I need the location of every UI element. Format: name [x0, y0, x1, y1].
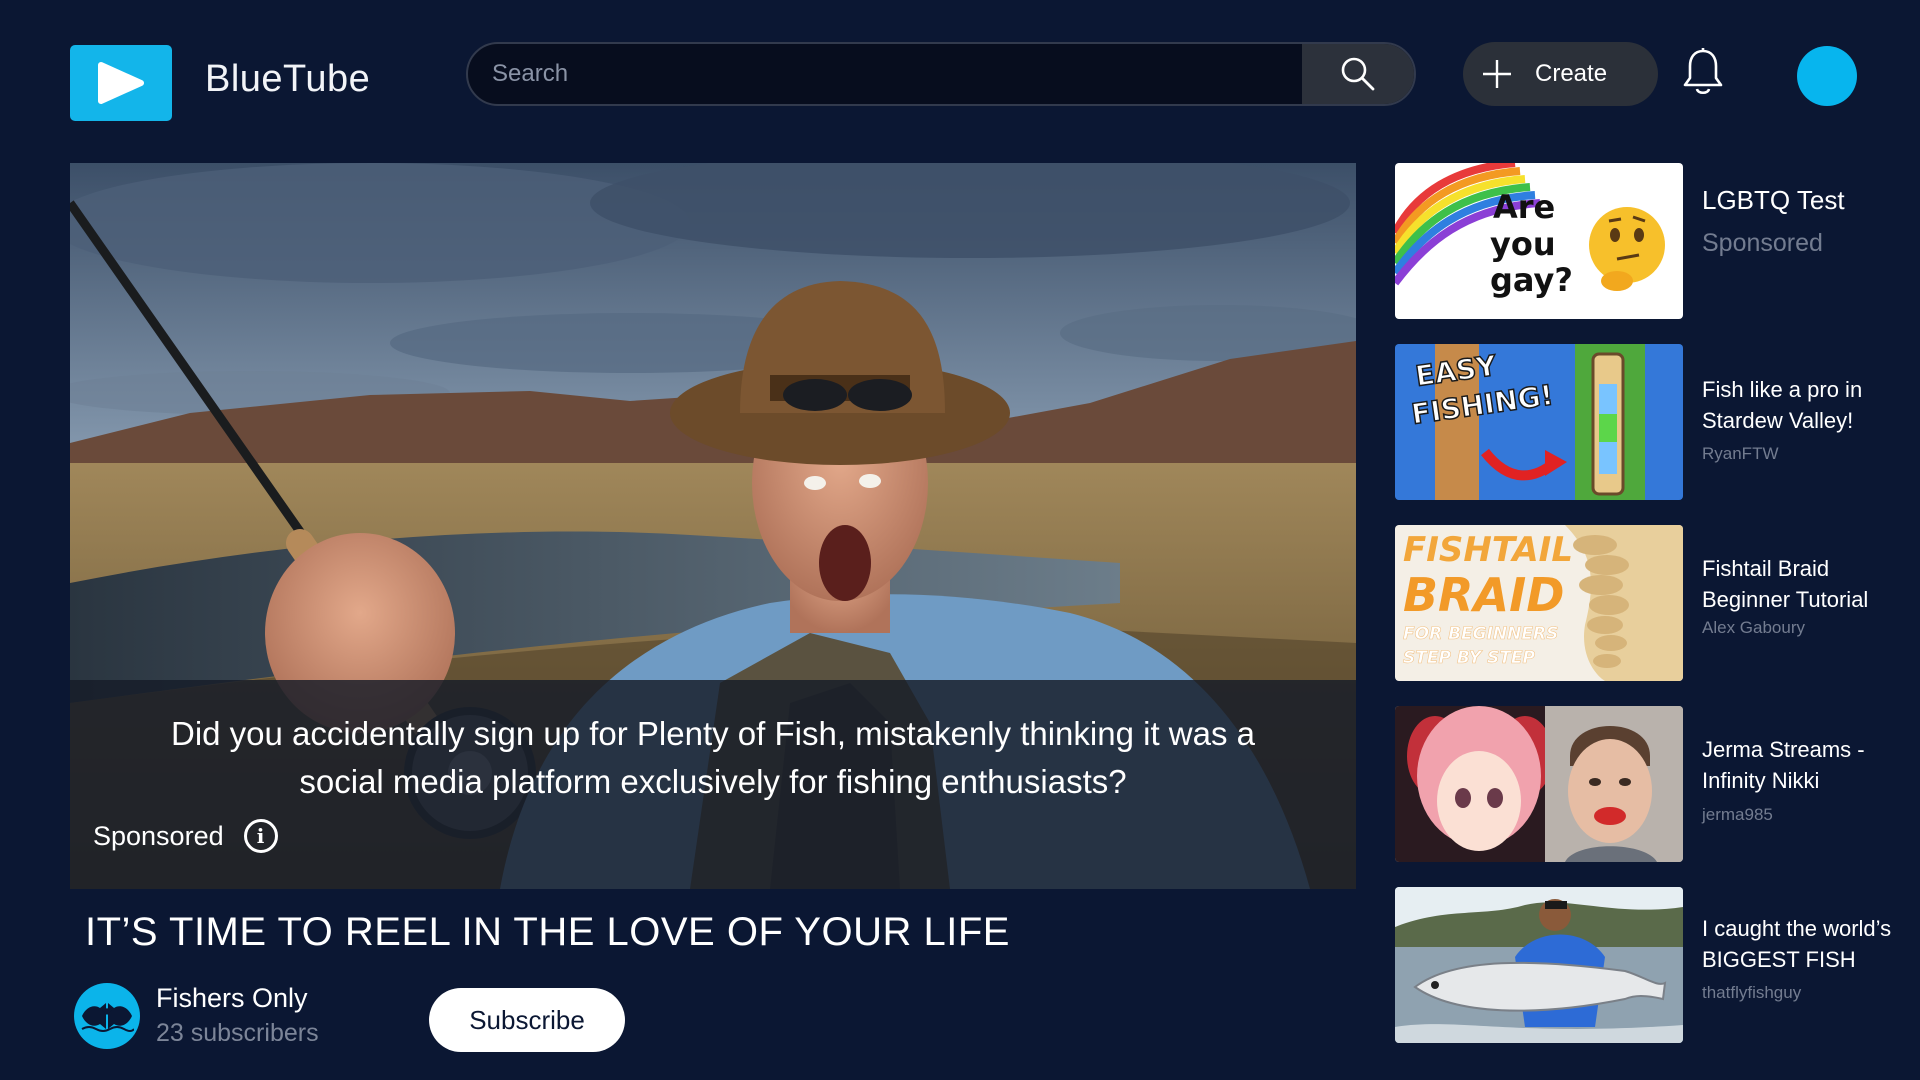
- thumb-text: you: [1490, 225, 1556, 263]
- thumb-text: FISHTAIL: [1403, 530, 1573, 570]
- recommendation-item[interactable]: EASY FISHING! Fish like a pro in Stardew…: [1395, 344, 1895, 500]
- video-player[interactable]: Did you accidentally sign up for Plenty …: [70, 163, 1356, 889]
- subscribe-button[interactable]: Subscribe: [429, 988, 625, 1052]
- recommendation-item[interactable]: I caught the world’s BIGGEST FISH thatfl…: [1395, 887, 1895, 1043]
- create-button[interactable]: Create: [1463, 42, 1658, 106]
- sponsored-label: Sponsored: [93, 820, 224, 851]
- recommendation-title[interactable]: Jerma Streams - Infinity Nikki: [1702, 734, 1902, 796]
- thumb-text: STEP BY STEP: [1403, 648, 1536, 668]
- search-button[interactable]: [1302, 44, 1414, 104]
- channel-avatar[interactable]: [74, 983, 140, 1049]
- channel-name[interactable]: Fishers Only: [156, 983, 308, 1014]
- thumb-text: Are: [1493, 188, 1555, 226]
- info-icon[interactable]: i: [243, 819, 278, 853]
- recommendation-title[interactable]: Fishtail Braid Beginner Tutorial: [1702, 553, 1902, 615]
- ad-caption: Did you accidentally sign up for Plenty …: [170, 715, 1255, 800]
- recommendation-channel: Alex Gaboury: [1702, 618, 1805, 637]
- create-label: Create: [1535, 60, 1608, 87]
- recommendation-channel: Sponsored: [1702, 229, 1823, 257]
- recommendation-thumbnail[interactable]: FISHTAIL BRAID FOR BEGINNERS STEP BY STE…: [1395, 525, 1683, 681]
- search-input[interactable]: [468, 44, 1302, 104]
- plus-icon: [1483, 60, 1511, 88]
- ad-caption-overlay: Did you accidentally sign up for Plenty …: [70, 680, 1356, 889]
- search-bar: [466, 42, 1416, 106]
- recommendation-title[interactable]: Fish like a pro in Stardew Valley!: [1702, 374, 1902, 436]
- recommendation-thumbnail[interactable]: [1395, 706, 1683, 862]
- recommendation-title[interactable]: I caught the world’s BIGGEST FISH: [1702, 913, 1902, 975]
- page: BlueTube Create: [0, 0, 1920, 1080]
- recommendation-channel: RyanFTW: [1702, 444, 1779, 463]
- search-icon: [1341, 57, 1375, 91]
- recommendation-channel: jerma985: [1702, 805, 1773, 824]
- play-logo-icon[interactable]: [70, 45, 172, 121]
- thumb-text: FOR BEGINNERS: [1403, 624, 1558, 644]
- thumb-text: BRAID: [1403, 568, 1564, 622]
- bell-icon[interactable]: [1680, 46, 1726, 98]
- channel-subscriber-count: 23 subscribers: [156, 1019, 319, 1047]
- thumb-text: gay?: [1490, 261, 1573, 299]
- recommendation-thumbnail[interactable]: EASY FISHING!: [1395, 344, 1683, 500]
- video-title: IT’S TIME TO REEL IN THE LOVE OF YOUR LI…: [85, 910, 1010, 954]
- recommendation-title[interactable]: LGBTQ Test: [1702, 185, 1902, 216]
- recommendation-item[interactable]: Are you gay? LGBTQ Test Sponsored: [1395, 163, 1895, 319]
- recommendation-thumbnail[interactable]: [1395, 887, 1683, 1043]
- fish-heart-icon: [81, 1003, 134, 1032]
- sponsored-row: Sponsored i: [93, 819, 278, 853]
- brand-name[interactable]: BlueTube: [205, 58, 370, 101]
- recommendation-item[interactable]: Jerma Streams - Infinity Nikki jerma985: [1395, 706, 1895, 862]
- recommendation-item[interactable]: FISHTAIL BRAID FOR BEGINNERS STEP BY STE…: [1395, 525, 1895, 681]
- user-avatar[interactable]: [1797, 46, 1857, 106]
- recommendation-channel: thatflyfishguy: [1702, 983, 1802, 1002]
- recommendation-thumbnail[interactable]: Are you gay?: [1395, 163, 1683, 319]
